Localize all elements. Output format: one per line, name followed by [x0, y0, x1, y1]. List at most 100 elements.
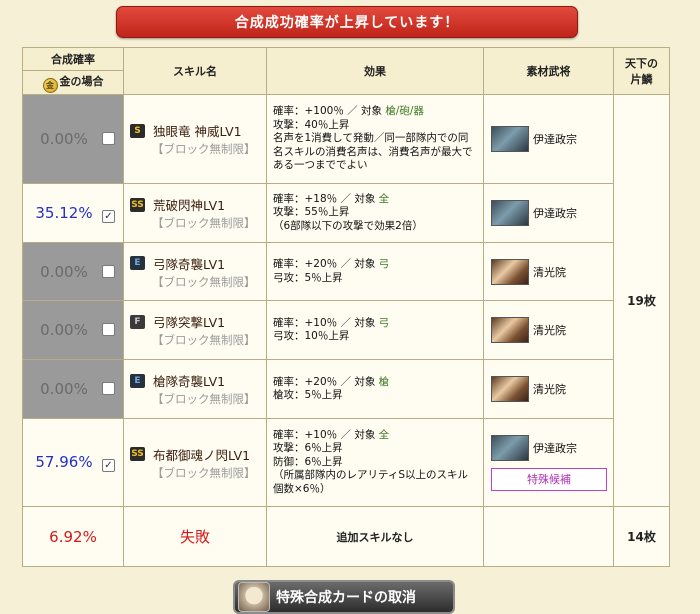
rate-cell: 0.00%	[22, 242, 124, 301]
rank-badge: F	[130, 314, 145, 329]
effect-target: 全	[378, 428, 390, 441]
effect-line: 確率：+20％ ／ 対象	[273, 258, 379, 270]
header-material: 素材武将	[483, 47, 614, 95]
table-row: 0.00% E 弓隊奇襲LV1 【ブロック無制限】 確率：+20％ ／ 対象 弓 …	[22, 242, 670, 301]
effect-line: 防御：6％上昇	[273, 455, 343, 468]
rate-value: 57.96%	[35, 453, 93, 471]
skill-cell: S 独眼竜 神威LV1 【ブロック無制限】	[123, 94, 267, 184]
skill-name: 布都御魂ノ閃LV1	[153, 447, 251, 463]
effect-line: 攻撃：55％上昇	[273, 206, 350, 219]
checkbox-icon[interactable]	[102, 264, 115, 278]
checkbox-icon[interactable]	[102, 382, 115, 395]
header-shards: 天下の 片鱗	[613, 47, 670, 95]
table-row: 35.12% ✓ SS 荒破閃神LV1 【ブロック無制限】 確率：+18％ ／ 対象…	[22, 183, 670, 243]
cancel-special-card-button[interactable]: 特殊合成カードの取消	[233, 580, 455, 614]
effect-line: 確率：+10％ ／ 対象	[273, 428, 379, 441]
gold-coin-icon: 金	[42, 77, 58, 93]
material-name: 伊達政宗	[533, 133, 577, 146]
rate-cell: 0.00%	[22, 94, 124, 184]
rate-value: 0.00%	[40, 321, 88, 339]
header-shards-line2: 片鱗	[630, 73, 653, 86]
skill-note: 【ブロック無制限】	[152, 142, 256, 156]
effect-line: 確率：+20％ ／ 対象	[273, 375, 379, 388]
rank-badge: E	[130, 256, 145, 270]
header-gold-label: 金の場合	[59, 74, 104, 88]
table-row: 0.00% E 槍隊奇襲LV1 【ブロック無制限】 確率：+20％ ／ 対象 槍 …	[22, 359, 670, 419]
checkbox-icon[interactable]: ✓	[102, 209, 115, 223]
effect-target: 弓	[378, 258, 390, 270]
portrait-icon[interactable]	[491, 376, 529, 402]
material-name: 伊達政宗	[533, 207, 577, 220]
effect-cell: 確率：+10％ ／ 対象 弓 弓攻：10％上昇	[266, 300, 484, 360]
skill-note: 【ブロック無制限】	[152, 333, 256, 347]
header-effect: 効果	[266, 47, 484, 95]
special-candidate-badge[interactable]: 特殊候補	[491, 467, 607, 491]
success-rate-banner: 合成成功確率が上昇しています！	[116, 6, 578, 38]
effect-target: 弓	[378, 316, 390, 329]
skill-name: 弓隊突撃LV1	[153, 315, 226, 330]
skill-note: 【ブロック無制限】	[152, 216, 256, 230]
material-cell: 清光院	[483, 242, 614, 301]
skill-cell: E 槍隊奇襲LV1 【ブロック無制限】	[123, 359, 267, 419]
material-name: 清光院	[533, 265, 566, 279]
portrait-icon[interactable]	[491, 434, 529, 461]
skill-cell: E 弓隊奇襲LV1 【ブロック無制限】	[123, 242, 267, 301]
portrait-icon[interactable]	[491, 317, 529, 343]
skill-note: 【ブロック無制限】	[152, 274, 256, 289]
skill-name: 槍隊奇襲LV1	[153, 374, 226, 389]
portrait-icon[interactable]	[491, 258, 529, 285]
effect-line: 確率：+100％ ／ 対象	[273, 105, 386, 118]
effect-line: 確率：+10％ ／ 対象	[273, 316, 379, 329]
effect-cell: 確率：+20％ ／ 対象 槍 槍攻：5％上昇	[266, 359, 484, 419]
rate-cell: 0.00%	[22, 359, 124, 419]
checkbox-icon[interactable]	[102, 132, 115, 145]
rate-value: 0.00%	[40, 130, 88, 148]
rate-value: 0.00%	[40, 380, 88, 398]
portrait-icon[interactable]	[491, 200, 529, 226]
portrait-icon[interactable]	[491, 126, 529, 152]
material-cell: 伊達政宗 特殊候補	[483, 418, 614, 507]
header-gold: 金金の場合	[22, 70, 124, 95]
effect-line: 攻撃：6％上昇	[273, 442, 343, 455]
skill-name: 荒破閃神LV1	[153, 198, 226, 213]
rank-badge: S	[130, 123, 145, 138]
effect-cell: 確率：+10％ ／ 対象 全 攻撃：6％上昇 防御：6％上昇 （所属部隊内のレア…	[266, 418, 484, 507]
material-cell: 伊達政宗	[483, 94, 614, 184]
effect-line: 攻撃：40％上昇	[273, 118, 350, 131]
checkbox-icon[interactable]: ✓	[102, 459, 115, 472]
skill-name: 独眼竜 神威LV1	[153, 124, 242, 139]
header-rate: 合成確率	[22, 47, 124, 71]
fail-shards: 14枚	[613, 506, 670, 567]
checkbox-icon[interactable]	[102, 323, 115, 336]
effect-line: （6部隊以下の攻撃で効果2倍）	[273, 219, 423, 232]
effect-line: 名声を1消費して発動／同一部隊内での同名スキルの消費名声は、消費名声が最大である…	[273, 132, 473, 172]
skill-cell: F 弓隊突撃LV1 【ブロック無制限】	[123, 300, 267, 360]
cancel-button-label: 特殊合成カードの取消	[276, 590, 416, 606]
skill-cell: SS 布都御魂ノ閃LV1 【ブロック無制限】	[123, 418, 267, 507]
effect-target: 槍/砲/器	[385, 105, 424, 118]
rate-value: 0.00%	[40, 262, 88, 281]
effect-target: 槍	[378, 375, 390, 388]
shards-main: 19枚	[613, 94, 670, 507]
header-shards-line1: 天下の	[625, 57, 658, 70]
material-name: 清光院	[533, 324, 566, 337]
fail-label: 失敗	[123, 506, 267, 567]
skill-note: 【ブロック無制限】	[152, 392, 256, 406]
header-skill: スキル名	[123, 47, 267, 95]
effect-cell: 確率：+100％ ／ 対象 槍/砲/器 攻撃：40％上昇 名声を1消費して発動／…	[266, 94, 484, 184]
rank-badge: SS	[130, 447, 145, 461]
fail-row: 6.92% 失敗 追加スキルなし 14枚	[22, 506, 670, 567]
material-cell: 清光院	[483, 300, 614, 360]
skill-note: 【ブロック無制限】	[152, 465, 256, 480]
rate-cell: 57.96% ✓	[22, 418, 124, 507]
table-row: 0.00% S 独眼竜 神威LV1 【ブロック無制限】 確率：+100％ ／ 対象…	[22, 94, 670, 507]
material-cell: 伊達政宗	[483, 183, 614, 243]
rank-badge: SS	[130, 197, 145, 212]
fail-material	[483, 506, 614, 567]
effect-line: 弓攻：10％上昇	[273, 330, 350, 342]
rate-value: 35.12%	[35, 203, 93, 222]
table-row: 57.96% ✓ SS 布都御魂ノ閃LV1 【ブロック無制限】 確率：+10％ ／ …	[22, 418, 670, 507]
synthesis-table: 合成確率 スキル名 効果 素材武将 天下の 片鱗 金金の場合 0.00% S 独眼…	[22, 47, 670, 567]
effect-line: 確率：+18％ ／ 対象	[273, 192, 379, 205]
rate-cell: 0.00%	[22, 300, 124, 360]
